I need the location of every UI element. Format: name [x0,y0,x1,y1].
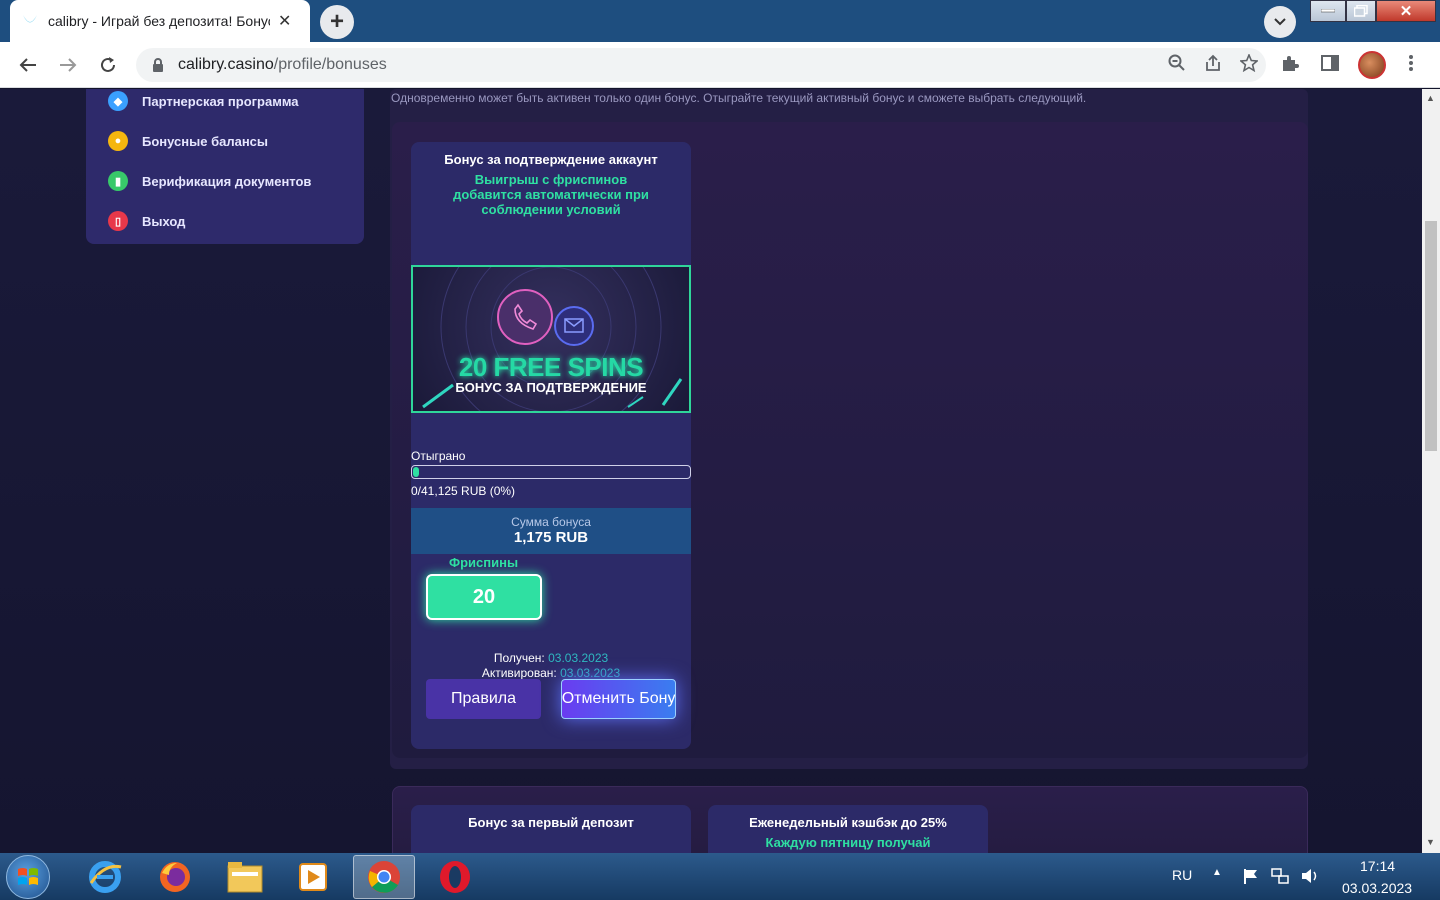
bonus-sum-value: 1,175 RUB [513,529,589,546]
lock-icon [152,58,166,72]
tray-expand-icon[interactable]: ▲ [1212,867,1222,878]
exit-icon: ▯ [108,211,128,231]
new-tab-button[interactable]: + [320,5,354,39]
forward-arrow-icon[interactable] [56,53,80,77]
chrome-menu-icon[interactable] [1408,54,1414,77]
opera-icon[interactable] [424,855,486,899]
bonus-card-subtitle: Выигрыш с фриспинов добавится автоматиче… [453,172,649,217]
start-button[interactable] [6,855,50,899]
bonus-card-first-deposit[interactable]: Бонус за первый депозит [411,805,691,853]
volume-icon[interactable] [1300,867,1320,890]
back-arrow-icon[interactable] [16,53,40,77]
page-viewport: ◆ Партнерская программа ● Бонусные балан… [0,89,1422,853]
address-bar[interactable]: calibry.casino/profile/bonuses [136,48,1266,82]
received-date-row: Получен: 03.03.2023 [493,651,609,665]
internet-explorer-icon[interactable] [74,855,136,899]
wager-progress-fill [413,467,419,477]
coin-icon: ● [108,131,128,151]
bonus-sum-box: Сумма бонуса 1,175 RUB [411,508,691,554]
url-text: calibry.casino/profile/bonuses [178,56,387,73]
tab-search-button[interactable] [1264,6,1296,38]
diamond-icon: ◆ [108,91,128,111]
tab-close-icon[interactable]: ✕ [278,11,291,31]
scroll-up-arrow-icon[interactable]: ▲ [1426,93,1435,103]
firefox-icon[interactable] [144,855,206,899]
cancel-bonus-button[interactable]: Отменить Бонус [561,679,676,719]
bonus-card-weekly-cashback[interactable]: Еженедельный кэшбэк до 25% Каждую пятниц… [708,805,988,853]
clock-date[interactable]: 03.03.2023 [1342,880,1412,896]
sidebar-item-logout[interactable]: ▯ Выход [108,209,185,233]
browser-tab[interactable]: calibry - Играй без депозита! Бонусы ✕ [10,0,310,42]
rules-button[interactable]: Правила [426,679,541,719]
extensions-puzzle-icon[interactable] [1280,53,1300,78]
file-explorer-icon[interactable] [214,855,276,899]
windows-logo-icon [18,868,38,885]
sidebar-item-partner-program[interactable]: ◆ Партнерская программа [108,89,299,113]
side-panel-icon[interactable] [1320,53,1340,78]
scroll-thumb[interactable] [1425,221,1437,451]
wager-progress-text: 0/41,125 RUB (0%) [411,484,516,498]
reload-icon[interactable] [96,53,120,77]
banner-title: 20 FREE SPINS [458,352,644,382]
wager-progress-label: Отыграно [411,449,466,463]
sidebar-item-bonus-balances[interactable]: ● Бонусные балансы [108,129,268,153]
calibry-favicon-icon [20,11,40,31]
single-bonus-notice: Одновременно может быть активен только о… [391,91,1087,105]
freespins-label: Фриспины [449,555,519,570]
windows-taskbar: RU ▲ 17:14 03.03.2023 [0,853,1440,900]
bookmark-star-icon[interactable] [1239,52,1259,77]
document-icon: ▮ [108,171,128,191]
bonus-sum-label: Сумма бонуса [511,515,591,529]
window-minimize-button[interactable] [1310,0,1346,22]
network-icon[interactable] [1270,867,1290,890]
share-icon[interactable] [1204,54,1222,77]
bonus-banner-image: 20 FREE SPINS БОНУС ЗА ПОДТВЕРЖДЕНИЕ [411,265,691,413]
window-restore-button[interactable] [1346,0,1376,22]
language-indicator[interactable]: RU [1172,867,1192,883]
media-player-icon[interactable] [282,855,344,899]
sidebar-item-verification[interactable]: ▮ Верификация документов [108,169,311,193]
wager-progress-bar [411,465,691,479]
tab-title: calibry - Играй без депозита! Бонусы [48,13,270,29]
banner-subtitle: БОНУС ЗА ПОДТВЕРЖДЕНИЕ [455,380,647,395]
profile-sidebar-menu: ◆ Партнерская программа ● Бонусные балан… [86,89,364,244]
activated-date-row: Активирован: 03.03.2023 [481,666,621,680]
profile-avatar[interactable] [1358,51,1386,79]
window-close-button[interactable]: ✕ [1376,0,1436,22]
freespins-count-badge: 20 [426,574,542,620]
scroll-down-arrow-icon[interactable]: ▼ [1426,837,1435,847]
clock-time[interactable]: 17:14 [1360,858,1395,874]
chrome-taskbar-icon[interactable] [353,855,415,899]
bonus-card-title: Бонус за подтверждение аккаунт [444,152,658,167]
browser-titlebar: calibry - Играй без депозита! Бонусы ✕ +… [0,0,1440,42]
page-scrollbar[interactable]: ▲ ▼ [1422,89,1440,853]
action-center-flag-icon[interactable] [1242,867,1260,890]
active-bonus-card: Бонус за подтверждение аккаунт Выигрыш с… [411,142,691,749]
zoom-icon[interactable] [1168,54,1186,77]
browser-toolbar: calibry.casino/profile/bonuses [0,42,1440,88]
